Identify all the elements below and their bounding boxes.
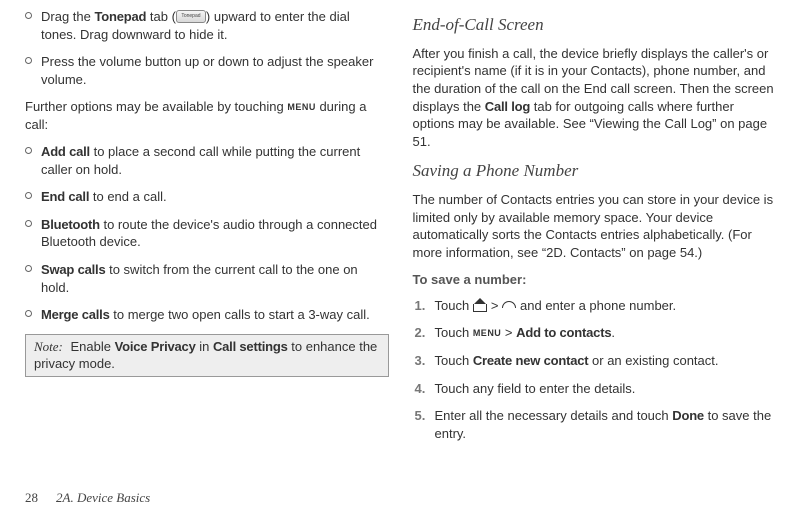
note-label: Note: (34, 339, 63, 354)
end-of-call-para: After you finish a call, the device brie… (413, 45, 777, 150)
voice-privacy-label: Voice Privacy (115, 339, 196, 354)
text: tab ( (146, 9, 176, 24)
footer: 28 2A. Device Basics (25, 489, 150, 507)
text: Touch (435, 325, 473, 340)
text: Touch any field to enter the details. (435, 381, 636, 396)
text: Press the volume button up or down to ad… (41, 54, 373, 87)
menu-icon: MENU (473, 327, 502, 339)
step-number: 5. (415, 407, 426, 425)
phone-icon (502, 299, 516, 311)
call-settings-label: Call settings (213, 339, 288, 354)
text: in (196, 339, 213, 354)
bullet-merge-calls: Merge calls to merge two open calls to s… (25, 306, 389, 324)
tonepad-label: Tonepad (94, 9, 146, 24)
text: Touch (435, 353, 473, 368)
text: Enter all the necessary details and touc… (435, 408, 673, 423)
page: Drag the Tonepad tab (Tonepad) upward to… (0, 0, 801, 452)
page-number: 28 (25, 490, 38, 505)
label: Add call (41, 144, 90, 159)
bullet-end-call: End call to end a call. (25, 188, 389, 206)
step-5: 5. Enter all the necessary details and t… (413, 407, 777, 442)
step-2: 2. Touch MENU > Add to contacts. (413, 324, 777, 342)
text: Further options may be available by touc… (25, 99, 287, 114)
steps-list: 1. Touch > and enter a phone number. 2. … (413, 297, 777, 442)
text: Touch (435, 298, 473, 313)
tonepad-tab-icon: Tonepad (176, 10, 206, 23)
further-options-para: Further options may be available by touc… (25, 98, 389, 133)
step-number: 1. (415, 297, 426, 315)
heading-saving-number: Saving a Phone Number (413, 160, 777, 183)
home-icon (473, 299, 487, 311)
step-3: 3. Touch Create new contact or an existi… (413, 352, 777, 370)
heading-end-of-call: End-of-Call Screen (413, 14, 777, 37)
step-4: 4. Touch any field to enter the details. (413, 380, 777, 398)
to-save-subhead: To save a number: (413, 271, 777, 289)
text: > (501, 325, 516, 340)
menu-icon: MENU (287, 101, 316, 113)
text: to end a call. (89, 189, 166, 204)
step-number: 3. (415, 352, 426, 370)
add-to-contacts-label: Add to contacts (516, 325, 611, 340)
label: Bluetooth (41, 217, 100, 232)
label: Swap calls (41, 262, 105, 277)
label: End call (41, 189, 89, 204)
text: to merge two open calls to start a 3-way… (110, 307, 370, 322)
left-column: Drag the Tonepad tab (Tonepad) upward to… (25, 0, 401, 452)
section-title: 2A. Device Basics (56, 490, 150, 505)
bullet-tonepad: Drag the Tonepad tab (Tonepad) upward to… (25, 8, 389, 43)
label: Merge calls (41, 307, 110, 322)
text: and enter a phone number. (516, 298, 676, 313)
step-1: 1. Touch > and enter a phone number. (413, 297, 777, 315)
done-label: Done (672, 408, 704, 423)
bottom-bullet-list: Add call to place a second call while pu… (25, 143, 389, 323)
text: Drag the (41, 9, 94, 24)
text: or an existing contact. (588, 353, 718, 368)
chevron-right-icon: > (491, 298, 499, 313)
saving-number-para: The number of Contacts entries you can s… (413, 191, 777, 261)
call-log-label: Call log (485, 99, 530, 114)
top-bullet-list: Drag the Tonepad tab (Tonepad) upward to… (25, 8, 389, 88)
bullet-add-call: Add call to place a second call while pu… (25, 143, 389, 178)
bullet-bluetooth: Bluetooth to route the device's audio th… (25, 216, 389, 251)
bullet-volume: Press the volume button up or down to ad… (25, 53, 389, 88)
text: . (611, 325, 615, 340)
step-number: 4. (415, 380, 426, 398)
note-box: Note: Enable Voice Privacy in Call setti… (25, 334, 389, 378)
bullet-swap-calls: Swap calls to switch from the current ca… (25, 261, 389, 296)
text: Enable (71, 339, 115, 354)
right-column: End-of-Call Screen After you finish a ca… (401, 0, 777, 452)
step-number: 2. (415, 324, 426, 342)
create-new-contact-label: Create new contact (473, 353, 589, 368)
